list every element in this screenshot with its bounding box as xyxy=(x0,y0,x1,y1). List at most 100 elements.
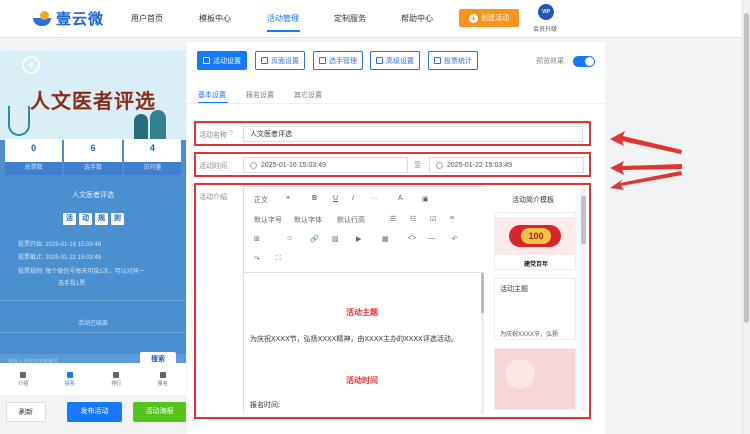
template-card[interactable]: 活动主题 为庆祝XXXX节，弘扬 xyxy=(494,278,576,340)
table-icon[interactable]: ▦ xyxy=(382,235,389,243)
vip-upgrade-link[interactable]: 会员升级 xyxy=(533,24,557,33)
preview-activity-title: 人文医者评选 xyxy=(72,192,114,199)
background-color-icon[interactable]: ▣ xyxy=(422,195,429,203)
template-caption: 建党百年 xyxy=(523,262,548,268)
preview-effect-toggle[interactable] xyxy=(573,56,595,67)
refresh-button[interactable]: 刷新 xyxy=(6,402,46,422)
stat-visits: 4 访问量 xyxy=(123,139,181,175)
activity-rules-heading: 活 动 规 则 xyxy=(63,213,124,225)
brand-logo[interactable]: 壹云微 xyxy=(33,8,104,29)
content-paragraph: 为庆祝XXXX节，弘扬XXXX精神，由XXXX主办的XXXX评选活动。 xyxy=(250,336,458,343)
link-icon[interactable]: 🔗 xyxy=(310,235,319,243)
vote-rule-line: 投票规则: 每个微信号每天可投1次，可以对同一 xyxy=(18,269,145,275)
tab-ranking[interactable]: 排行 xyxy=(93,363,140,395)
activity-name-input[interactable]: 人文医者评选 xyxy=(243,126,583,142)
fullscreen-icon[interactable]: ⛶ xyxy=(276,255,281,263)
create-activity-label: 创建活动 xyxy=(481,15,509,22)
end-time-input[interactable]: 2025-01-22 15:03:49 xyxy=(429,157,584,173)
button-label: 活动设置 xyxy=(213,57,241,65)
video-icon[interactable]: ▶ xyxy=(356,235,361,243)
chart-icon xyxy=(434,57,441,64)
rule-char: 动 xyxy=(79,213,92,225)
line-height-select[interactable]: 默认行高 xyxy=(337,215,365,225)
publish-button[interactable]: 发布活动 xyxy=(67,402,122,422)
align-icon[interactable]: ≡ xyxy=(450,215,454,222)
font-color-icon[interactable]: A xyxy=(398,195,403,202)
nav-user-home[interactable]: 用户首页 xyxy=(131,13,163,24)
rich-text-editor: 正文 ❝ B U I ··· A ▣ 默认字号 默认字体 默认行高 ☰ ☷ ☑ … xyxy=(243,186,484,414)
vote-start-line: 投票开始: 2025-01-16 15:03:49 xyxy=(18,242,102,248)
tab-vote[interactable]: 投票 xyxy=(47,363,94,395)
tab-basic-settings[interactable]: 基本设置 xyxy=(198,90,226,100)
nav-activity-management[interactable]: 活动管理 xyxy=(267,13,299,24)
button-label: 页面设置 xyxy=(271,57,299,65)
tab-intro[interactable]: 介绍 xyxy=(0,363,47,395)
bar-chart-icon xyxy=(113,371,120,378)
editor-scrollbar[interactable] xyxy=(481,273,484,414)
nav-help-center[interactable]: 帮助中心 xyxy=(401,13,433,24)
template-card-title: 活动主题 xyxy=(500,286,528,293)
template-panel-title: 活动简介模板 xyxy=(512,197,554,204)
more-icon[interactable]: ··· xyxy=(371,195,378,202)
stat-label: 访问量 xyxy=(123,162,181,175)
template-scrollbar[interactable] xyxy=(581,188,586,410)
underline-icon[interactable]: U xyxy=(333,195,338,202)
tab-other-settings[interactable]: 其它设置 xyxy=(294,90,322,100)
rule-char: 活 xyxy=(63,213,76,225)
gear-icon xyxy=(261,57,268,64)
font-family-select[interactable]: 默认字体 xyxy=(294,215,322,225)
redo-icon[interactable]: ↷ xyxy=(254,255,260,263)
page-settings-button[interactable]: 页面设置 xyxy=(255,51,305,70)
flag-icon xyxy=(66,371,73,378)
font-size-select[interactable]: 默认字号 xyxy=(254,215,282,225)
paragraph-style-select[interactable]: 正文 xyxy=(254,195,268,205)
editor-content[interactable]: 活动主题 为庆祝XXXX节，弘扬XXXX精神，由XXXX主办的XXXX评选活动。… xyxy=(244,272,484,414)
bullet-list-icon[interactable]: ☰ xyxy=(390,215,396,223)
users-icon xyxy=(319,57,326,64)
nav-template-center[interactable]: 模板中心 xyxy=(199,13,231,24)
indent-icon[interactable]: ⊞ xyxy=(254,235,260,243)
tab-label: 报名 xyxy=(157,380,168,387)
mobile-preview: + 人文医者评选 0 总票数 6 选手数 4 访问量 人文医者评选 活 动 规 则 投… xyxy=(0,50,186,395)
divider-icon[interactable]: — xyxy=(428,235,435,242)
numbered-list-icon[interactable]: ☷ xyxy=(410,215,416,223)
sliders-icon xyxy=(376,57,383,64)
tab-label: 投票 xyxy=(64,380,75,387)
contestant-management-button[interactable]: 选手管理 xyxy=(313,51,363,70)
undo-icon[interactable]: ↶ xyxy=(452,235,458,243)
emoji-icon[interactable]: ☺ xyxy=(286,235,293,242)
vip-icon[interactable]: VIP xyxy=(538,4,554,20)
button-label: 高级设置 xyxy=(386,57,414,65)
italic-icon[interactable]: I xyxy=(352,195,354,202)
stat-total-votes: 0 总票数 xyxy=(5,139,63,175)
arrow-to-name xyxy=(610,131,682,154)
activity-time-label: 活动时间 xyxy=(199,163,227,170)
quote-icon[interactable]: ❝ xyxy=(286,195,290,203)
template-card[interactable]: 100 建党百年 xyxy=(494,212,576,270)
tab-signup[interactable]: 报名 xyxy=(140,363,187,395)
todo-icon[interactable]: ☑ xyxy=(430,215,436,223)
vote-statistics-button[interactable]: 投票统计 xyxy=(428,51,478,70)
start-time-value: 2025-01-16 15:03:49 xyxy=(261,161,326,169)
rule-char: 则 xyxy=(111,213,124,225)
activity-settings-button[interactable]: 活动设置 xyxy=(197,51,247,70)
template-card[interactable] xyxy=(494,348,576,410)
doctors-illustration xyxy=(130,108,170,140)
template-thumbnail xyxy=(505,359,535,389)
image-icon[interactable]: ▨ xyxy=(332,235,339,243)
page-scrollbar[interactable] xyxy=(742,0,750,434)
tab-signup-settings[interactable]: 报名设置 xyxy=(246,90,274,100)
help-icon: ? xyxy=(229,130,233,137)
medical-cross-icon: + xyxy=(22,56,40,74)
poster-button[interactable]: 活动海报 xyxy=(133,402,186,422)
create-activity-button[interactable]: + 创建活动 xyxy=(459,9,519,27)
start-time-input[interactable]: 2025-01-16 15:03:49 xyxy=(243,157,408,173)
advanced-settings-button[interactable]: 高级设置 xyxy=(370,51,420,70)
divider xyxy=(0,300,186,301)
nav-custom-service[interactable]: 定制服务 xyxy=(334,13,366,24)
code-icon[interactable]: <> xyxy=(408,235,416,242)
stats-row: 0 总票数 6 选手数 4 访问量 xyxy=(5,139,181,175)
intro-section-label: 活动已结束 xyxy=(78,321,109,327)
nav-active-indicator xyxy=(267,30,300,32)
bold-icon[interactable]: B xyxy=(312,195,317,202)
